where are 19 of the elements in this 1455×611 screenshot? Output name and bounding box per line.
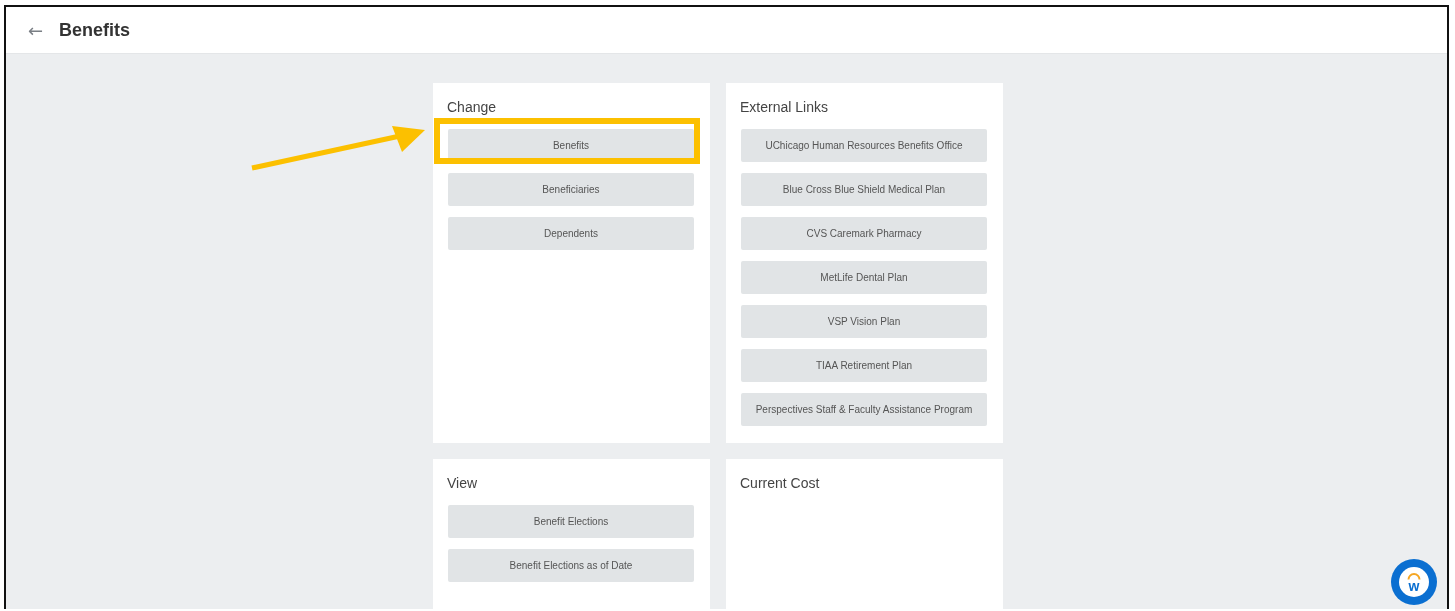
link-button[interactable]: Perspectives Staff & Faculty Assistance Program (741, 393, 987, 426)
card-title: View (447, 475, 479, 491)
card-title: External Links (740, 99, 829, 115)
link-button[interactable]: Blue Cross Blue Shield Medical Plan (741, 173, 987, 206)
link-button[interactable]: TIAA Retirement Plan (741, 349, 987, 382)
link-button[interactable]: UChicago Human Resources Benefits Office (741, 129, 987, 162)
link-button[interactable]: MetLife Dental Plan (741, 261, 987, 294)
card-title: Current Cost (740, 475, 821, 491)
link-button[interactable]: VSP Vision Plan (741, 305, 987, 338)
link-button[interactable]: Benefit Elections as of Date (448, 549, 694, 582)
card-title: Change (447, 99, 498, 115)
page-title: Benefits (59, 19, 131, 41)
link-button[interactable]: CVS Caremark Pharmacy (741, 217, 987, 250)
assistant-button[interactable]: w (1391, 559, 1437, 605)
link-button[interactable]: Dependents (448, 217, 694, 250)
link-button[interactable]: Benefit Elections (448, 505, 694, 538)
link-button[interactable]: Beneficiaries (448, 173, 694, 206)
back-button[interactable]: ← (24, 19, 48, 41)
arc-icon (1407, 572, 1421, 580)
